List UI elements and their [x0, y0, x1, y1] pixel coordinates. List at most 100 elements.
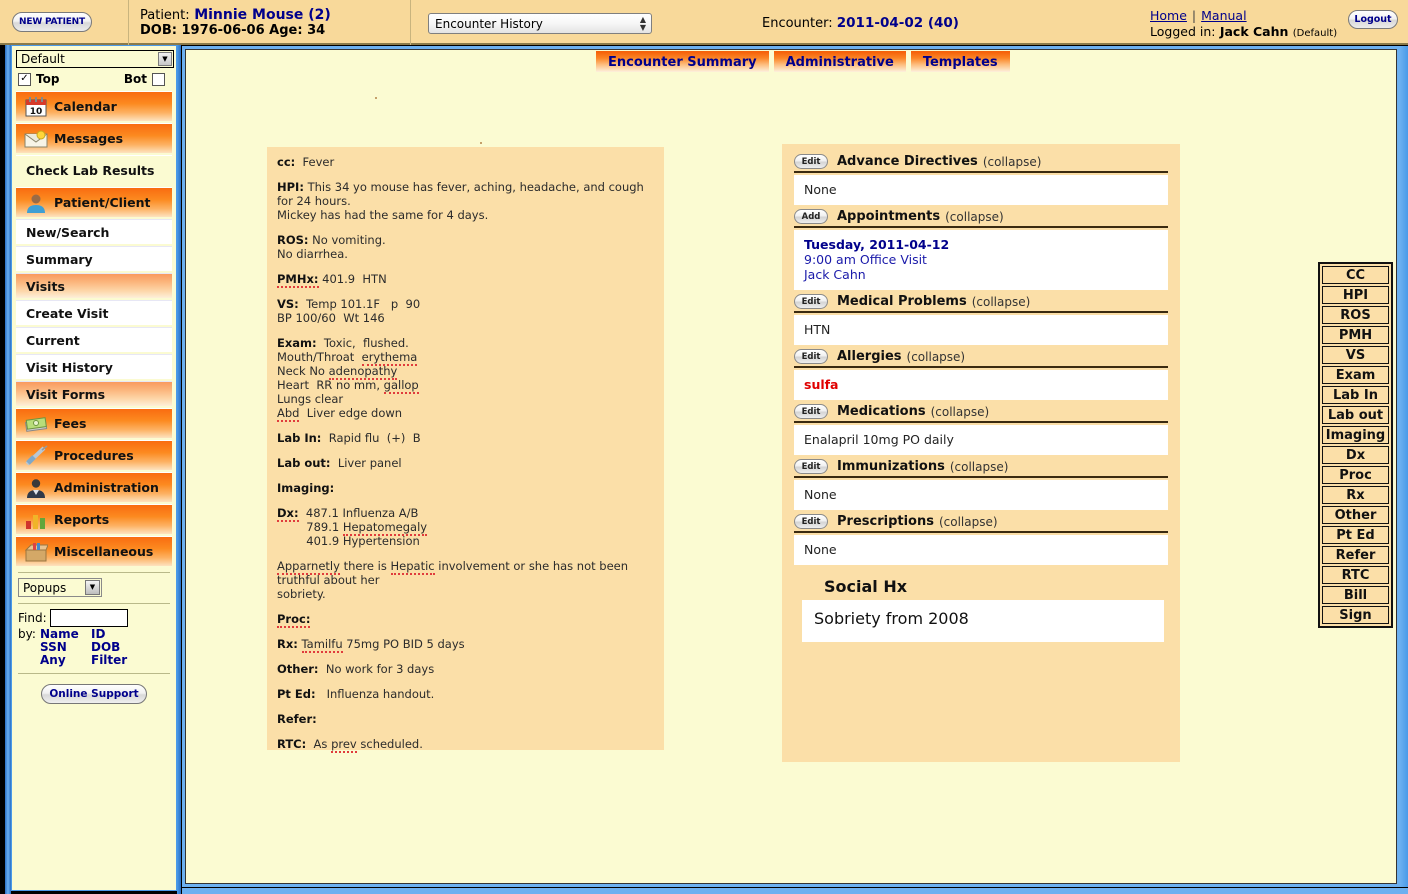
theme-select[interactable]: Default ▼ [16, 50, 174, 68]
nav-button-refer[interactable]: Refer [1322, 546, 1389, 564]
note-key: cc: [277, 155, 296, 169]
note-line: ROS: No vomiting. [277, 233, 386, 247]
tab-encounter-summary[interactable]: Encounter Summary [596, 51, 769, 72]
summary-section-header: Edit Prescriptions (collapse) [794, 514, 1168, 533]
logged-in-label: Logged in: [1150, 24, 1216, 39]
nav-button-pt-ed[interactable]: Pt Ed [1322, 526, 1389, 544]
sidebar-item-fees[interactable]: Fees [16, 408, 172, 438]
nav-button-ros[interactable]: ROS [1322, 306, 1389, 324]
collapse-toggle-immunizations[interactable]: (collapse) [950, 460, 1009, 474]
sidebar-item-administration[interactable]: Administration [16, 472, 172, 502]
sidebar-item-label: Summary [26, 251, 93, 267]
note-block: Rx: Tamilfu 75mg PO BID 5 days [277, 637, 654, 653]
popups-select[interactable]: Popups ▼ [18, 578, 102, 597]
note-key: Exam: [277, 336, 317, 350]
edit-prescriptions-button[interactable]: Edit [794, 514, 828, 529]
add-appointments-button[interactable]: Add [794, 209, 828, 224]
edit-allergies-button[interactable]: Edit [794, 349, 828, 364]
manual-link[interactable]: Manual [1201, 8, 1246, 23]
sidebar-item-miscellaneous[interactable]: Miscellaneous [16, 536, 172, 566]
online-support-button[interactable]: Online Support [41, 684, 147, 704]
edit-medical-problems-button[interactable]: Edit [794, 294, 828, 309]
main-frame-bottom-edge [182, 888, 1408, 894]
sidebar-item-summary[interactable]: Summary [16, 246, 172, 271]
note-line: 401.9 Hypertension [277, 534, 420, 548]
nav-button-lab-out[interactable]: Lab out [1322, 406, 1389, 424]
nav-button-exam[interactable]: Exam [1322, 366, 1389, 384]
theme-select-value: Default [21, 52, 65, 66]
logout-button[interactable]: Logout [1348, 10, 1398, 29]
sidebar-item-messages[interactable]: Messages [16, 123, 172, 153]
tab-templates[interactable]: Templates [910, 51, 1010, 72]
summary-section-header: Edit Allergies (collapse) [794, 349, 1168, 368]
collapse-toggle-medical-problems[interactable]: (collapse) [972, 295, 1031, 309]
tab-administrative[interactable]: Administrative [773, 51, 906, 72]
sidebar-item-label: Messages [54, 131, 124, 146]
nav-button-rtc[interactable]: RTC [1322, 566, 1389, 584]
summary-section-title: Allergies [837, 349, 902, 364]
bot-checkbox[interactable] [152, 72, 165, 86]
top-checkbox[interactable]: ✓ [18, 72, 31, 86]
sidebar-divider [18, 673, 170, 674]
mini-button-label: Edit [801, 516, 821, 527]
nav-button-lab-in[interactable]: Lab In [1322, 386, 1389, 404]
find-by-any[interactable]: Any [40, 654, 87, 667]
box-icon [22, 540, 50, 564]
edit-immunizations-button[interactable]: Edit [794, 459, 828, 474]
patient-name[interactable]: Minnie Mouse (2) [194, 7, 331, 23]
nav-button-label: CC [1345, 267, 1366, 283]
collapse-toggle-appointments[interactable]: (collapse) [945, 210, 1004, 224]
nav-button-vs[interactable]: VS [1322, 346, 1389, 364]
top-header-bar: NEW PATIENT Patient: Minnie Mouse (2) DO… [0, 0, 1408, 45]
nav-button-cc[interactable]: CC [1322, 266, 1389, 284]
collapse-toggle-advance-directives[interactable]: (collapse) [983, 155, 1042, 169]
sidebar-item-visits[interactable]: Visits [16, 273, 172, 298]
sidebar-item-procedures[interactable]: Procedures [16, 440, 172, 470]
nav-button-dx[interactable]: Dx [1322, 446, 1389, 464]
encounter-value[interactable]: 2011-04-02 (40) [837, 15, 959, 31]
main-frame-container: Encounter Summary Administrative Templates… [181, 45, 1408, 894]
sidebar-item-label: Current [26, 332, 80, 348]
note-line: Imaging: [277, 481, 654, 495]
sidebar-item-patient-client[interactable]: Patient/Client [16, 187, 172, 217]
sidebar-item-calendar[interactable]: 10 Calendar [16, 91, 172, 121]
sidebar-item-new-search[interactable]: New/Search [16, 219, 172, 244]
main-content-frame: Encounter Summary Administrative Templates… [182, 46, 1400, 887]
nav-button-label: Pt Ed [1336, 527, 1375, 543]
edit-medications-button[interactable]: Edit [794, 404, 828, 419]
edit-advance-directives-button[interactable]: Edit [794, 154, 828, 169]
mini-button-label: Edit [801, 351, 821, 362]
chevron-down-icon: ▼ [85, 580, 100, 595]
sidebar-item-check-lab-results[interactable]: Check Lab Results [16, 155, 172, 185]
nav-button-bill[interactable]: Bill [1322, 586, 1389, 604]
new-patient-button[interactable]: NEW PATIENT [12, 12, 92, 32]
sidebar-item-create-visit[interactable]: Create Visit [16, 300, 172, 325]
collapse-toggle-prescriptions[interactable]: (collapse) [939, 515, 998, 529]
nav-button-proc[interactable]: Proc [1322, 466, 1389, 484]
nav-button-pmh[interactable]: PMH [1322, 326, 1389, 344]
sidebar-item-visit-history[interactable]: Visit History [16, 354, 172, 379]
logout-label: Logout [1354, 14, 1392, 25]
sidebar-item-visit-forms[interactable]: Visit Forms [16, 381, 172, 406]
encounter-history-select[interactable]: Encounter History ▲ ▼ [428, 13, 652, 34]
syringe-icon [22, 444, 50, 468]
collapse-toggle-medications[interactable]: (collapse) [931, 405, 990, 419]
select-arrows-icon: ▲ ▼ [639, 15, 646, 32]
nav-button-rx[interactable]: Rx [1322, 486, 1389, 504]
find-by-filter[interactable]: Filter [91, 654, 127, 667]
home-link[interactable]: Home [1150, 8, 1187, 23]
summary-section-title: Prescriptions [837, 514, 934, 529]
find-by-links: Name ID SSN DOB Any Filter [40, 628, 127, 667]
nav-button-other[interactable]: Other [1322, 506, 1389, 524]
collapse-toggle-allergies[interactable]: (collapse) [907, 350, 966, 364]
sidebar-item-current[interactable]: Current [16, 327, 172, 352]
sidebar-item-label: Create Visit [26, 305, 109, 321]
person-icon [22, 191, 50, 215]
patient-label: Patient: [140, 8, 190, 23]
nav-button-hpi[interactable]: HPI [1322, 286, 1389, 304]
nav-button-imaging[interactable]: Imaging [1322, 426, 1389, 444]
find-input[interactable] [49, 609, 128, 627]
sidebar-item-label: Miscellaneous [54, 544, 154, 559]
nav-button-sign[interactable]: Sign [1322, 606, 1389, 624]
sidebar-item-reports[interactable]: Reports [16, 504, 172, 534]
